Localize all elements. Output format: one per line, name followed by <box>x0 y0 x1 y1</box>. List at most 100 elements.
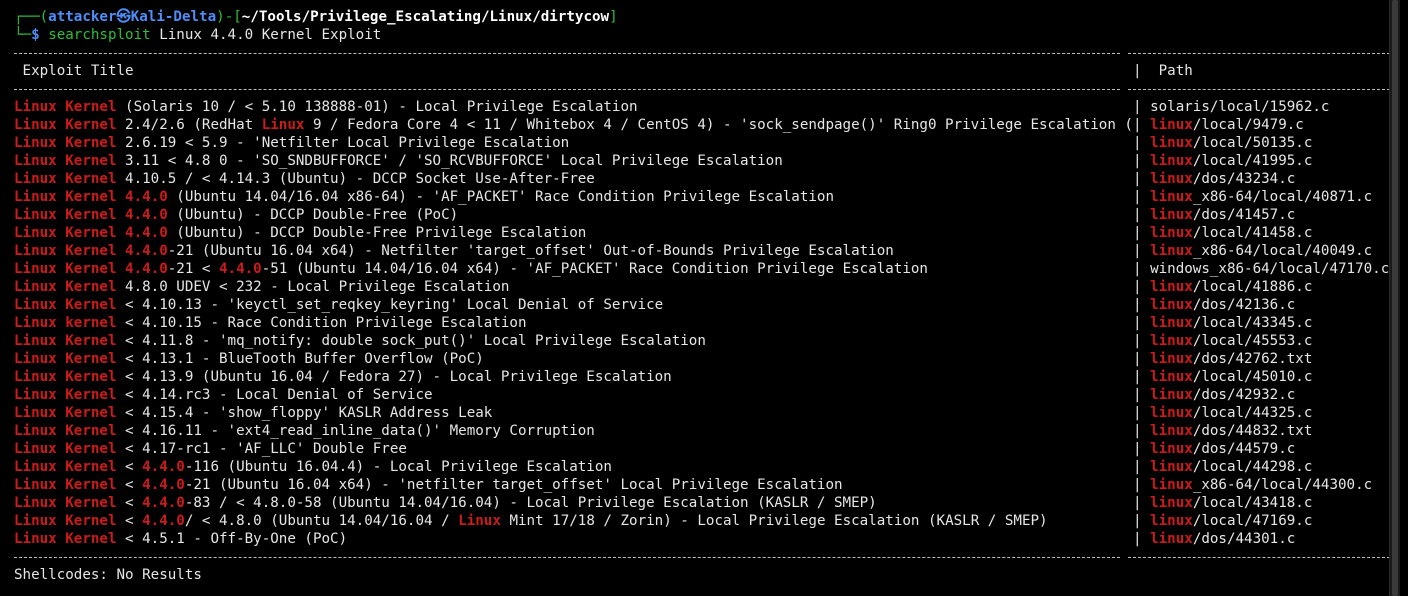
exploit-path-text: /dos/43234.c <box>1192 171 1296 187</box>
exploit-title: Linux Kernel 2.4/2.6 (RedHat Linux 9 / F… <box>14 116 1133 134</box>
search-match-highlight: Linux Kernel <box>14 441 117 457</box>
exploit-path-text: | <box>1133 513 1151 529</box>
exploit-path-text: /local/43345.c <box>1192 315 1313 331</box>
exploit-path-text: /local/47169.c <box>1192 513 1313 529</box>
exploit-row: Linux Kernel 4.4.0 (Ubuntu 14.04/16.04 x… <box>14 188 1390 206</box>
search-match-highlight: 4.4.0 <box>125 243 168 259</box>
exploit-list: Linux Kernel (Solaris 10 / < 5.10 138888… <box>14 98 1390 548</box>
exploit-path-text: | <box>1133 153 1151 169</box>
table-separator-top <box>14 44 1390 62</box>
search-match-highlight: 4.4.0 <box>125 189 168 205</box>
exploit-path-text: /local/50135.c <box>1192 135 1313 151</box>
exploit-title: Linux Kernel < 4.15.4 - 'show_floppy' KA… <box>14 404 1133 422</box>
exploit-title-text: < 4.16.11 - 'ext4_read_inline_data()' Me… <box>116 423 595 439</box>
search-match-highlight: Linux Kernel <box>14 495 117 511</box>
exploit-title-text: 2.4/2.6 (RedHat <box>116 117 262 133</box>
exploit-path-text: | <box>1133 117 1151 133</box>
search-match-highlight: linux <box>1150 117 1193 133</box>
exploit-row: Linux Kernel < 4.5.1 - Off-By-One (PoC) |… <box>14 530 1390 548</box>
exploit-row: Linux Kernel 4.4.0-21 < 4.4.0-51 (Ubuntu… <box>14 260 1390 278</box>
search-match-highlight: Linux Kernel <box>14 513 117 529</box>
separator-left <box>14 556 1120 558</box>
exploit-title-text: < 4.11.8 - 'mq_notify: double sock_put()… <box>116 333 706 349</box>
exploit-title-text: < 4.5.1 - Off-By-One (PoC) <box>116 531 348 547</box>
exploit-path: | linux/dos/42932.c <box>1133 386 1390 404</box>
exploit-path-text: | <box>1133 477 1151 493</box>
table-separator-mid <box>14 80 1390 98</box>
exploit-row: Linux Kernel 2.6.19 < 5.9 - 'Netfilter L… <box>14 134 1390 152</box>
prompt-user: attacker <box>48 9 117 25</box>
exploit-path: | linux_x86-64/local/44300.c <box>1133 476 1390 494</box>
exploit-path-text: /local/41886.c <box>1192 279 1313 295</box>
exploit-title-text: < <box>116 459 143 475</box>
prompt-paren-open: ( <box>39 9 49 25</box>
exploit-title: Linux Kernel < 4.13.1 - BlueTooth Buffer… <box>14 350 1133 368</box>
search-match-highlight: Linux Kernel <box>14 531 117 547</box>
search-match-highlight: Linux Kernel <box>14 405 117 421</box>
prompt-dash: - <box>224 9 234 25</box>
exploit-path: | linux/local/47169.c <box>1133 512 1390 530</box>
exploit-path-text: | <box>1133 495 1151 511</box>
exploit-row: Linux Kernel < 4.17-rc1 - 'AF_LLC' Doubl… <box>14 440 1390 458</box>
search-match-highlight: linux <box>1150 135 1193 151</box>
exploit-path-text: | windows_x86-64/local/47170.c <box>1133 261 1390 277</box>
exploit-path: | linux/dos/44832.txt <box>1133 422 1390 440</box>
search-match-highlight: Linux Kernel <box>14 189 117 205</box>
exploit-title-text: 3.11 < 4.8 0 - 'SO_SNDBUFFORCE' / 'SO_RC… <box>116 153 783 169</box>
exploit-title-text: (Solaris 10 / < 5.10 138888-01) - Local … <box>116 99 638 115</box>
search-match-highlight: Linux Kernel <box>14 153 117 169</box>
search-match-highlight: linux <box>1150 297 1193 313</box>
exploit-path: | linux/dos/44579.c <box>1133 440 1390 458</box>
search-match-highlight: Linux Kernel <box>14 477 117 493</box>
exploit-title-text: 2.6.19 < 5.9 - 'Netfilter Local Privileg… <box>116 135 570 151</box>
exploit-path-text: /local/44298.c <box>1192 459 1313 475</box>
exploit-row: Linux Kernel 4.4.0 (Ubuntu) - DCCP Doubl… <box>14 224 1390 242</box>
exploit-path-text: _x86-64/local/44300.c <box>1192 477 1373 493</box>
exploit-path: | linux/dos/41457.c <box>1133 206 1390 224</box>
exploit-path: | linux/dos/42136.c <box>1133 296 1390 314</box>
exploit-path-text: | <box>1133 531 1151 547</box>
exploit-path-text: | <box>1133 387 1151 403</box>
search-match-highlight: linux <box>1150 387 1193 403</box>
exploit-path: | linux/local/43418.c <box>1133 494 1390 512</box>
exploit-title: Linux Kernel < 4.17-rc1 - 'AF_LLC' Doubl… <box>14 440 1133 458</box>
separator-right <box>1128 556 1390 558</box>
exploit-path: | linux/dos/43234.c <box>1133 170 1390 188</box>
prompt-at-symbol: ㉿ <box>116 9 131 25</box>
exploit-row: Linux Kernel (Solaris 10 / < 5.10 138888… <box>14 98 1390 116</box>
exploit-path-text: /dos/42932.c <box>1192 387 1296 403</box>
exploit-title: Linux Kernel < 4.4.0-83 / < 4.8.0-58 (Ub… <box>14 494 1133 512</box>
exploit-path: | windows_x86-64/local/47170.c <box>1133 260 1390 278</box>
search-match-highlight: Linux Kernel <box>14 387 117 403</box>
exploit-title: Linux Kernel 3.11 < 4.8 0 - 'SO_SNDBUFFO… <box>14 152 1133 170</box>
exploit-path-text: _x86-64/local/40871.c <box>1192 189 1373 205</box>
exploit-path-text: /dos/41457.c <box>1192 207 1296 223</box>
search-match-highlight: linux <box>1150 171 1193 187</box>
search-match-highlight: linux <box>1150 207 1193 223</box>
exploit-title: Linux kernel < 4.10.15 - Race Condition … <box>14 314 1133 332</box>
exploit-path-text: | solaris/local/15962.c <box>1133 99 1330 115</box>
exploit-title-text: Mint 17/18 / Zorin) - Local Privilege Es… <box>500 513 1048 529</box>
terminal-output[interactable]: ┌──(attacker㉿Kali-Delta)-[~/Tools/Privil… <box>14 8 1390 584</box>
exploit-title-text: < 4.14.rc3 - Local Denial of Service <box>116 387 433 403</box>
exploit-path: | solaris/local/15962.c <box>1133 98 1390 116</box>
vertical-scrollbar[interactable] <box>1389 0 1400 596</box>
table-separator-bottom <box>14 548 1390 566</box>
search-match-highlight: Linux Kernel <box>14 369 117 385</box>
search-match-highlight: linux <box>1150 513 1193 529</box>
scrollbar-thumb[interactable] <box>1392 0 1398 596</box>
exploit-row: Linux Kernel < 4.11.8 - 'mq_notify: doub… <box>14 332 1390 350</box>
header-exploit-title: Exploit Title <box>14 63 134 79</box>
search-match-highlight: 4.4.0 <box>125 261 168 277</box>
search-match-highlight: linux <box>1150 279 1193 295</box>
search-match-highlight: linux <box>1150 405 1193 421</box>
exploit-path: | linux_x86-64/local/40049.c <box>1133 242 1390 260</box>
exploit-path: | linux_x86-64/local/40871.c <box>1133 188 1390 206</box>
exploit-path: | linux/local/41995.c <box>1133 152 1390 170</box>
exploit-path-text: /local/45010.c <box>1192 369 1313 385</box>
exploit-path-text: /local/41458.c <box>1192 225 1313 241</box>
search-match-highlight: Linux kernel <box>14 315 117 331</box>
separator-left <box>14 52 1120 54</box>
exploit-path: | linux/local/45010.c <box>1133 368 1390 386</box>
search-match-highlight: 4.4.0 <box>125 207 168 223</box>
